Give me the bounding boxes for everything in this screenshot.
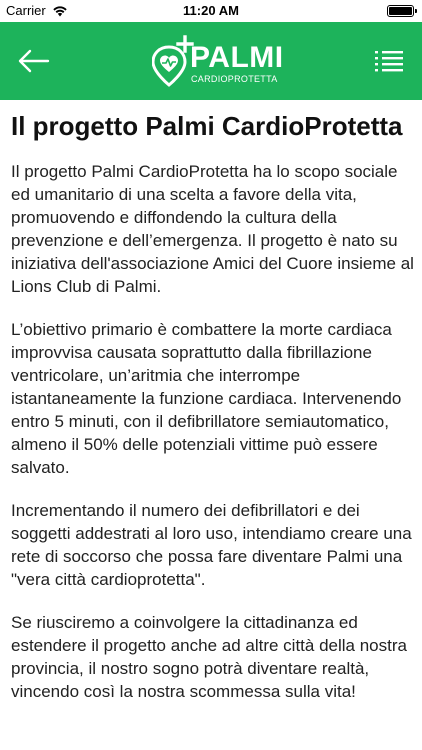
app-logo: PALMI CARDIOPROTETTA	[152, 35, 283, 89]
article-paragraph: L’obiettivo primario è combattere la mor…	[11, 320, 402, 477]
article-paragraph: Incrementando il numero dei defibrillato…	[11, 501, 412, 589]
article-content: Il progetto Palmi CardioProtetta Il prog…	[11, 110, 415, 723]
arrow-left-icon	[18, 49, 50, 73]
page-title: Il progetto Palmi CardioProtetta	[11, 111, 403, 141]
logo-title: PALMI	[190, 41, 284, 74]
battery-icon	[387, 5, 417, 17]
article-paragraph: Il progetto Palmi CardioProtetta ha lo s…	[11, 162, 414, 296]
status-time: 11:20 AM	[183, 3, 239, 18]
list-menu-icon	[375, 51, 403, 72]
logo-subtitle: CARDIOPROTETTA	[191, 74, 278, 84]
status-bar: Carrier 11:20 AM	[0, 0, 422, 22]
nav-bar: PALMI CARDIOPROTETTA	[0, 22, 422, 100]
article-paragraph: Se riusciremo a coinvolgere la cittadina…	[11, 613, 407, 701]
back-button[interactable]	[18, 48, 50, 74]
menu-button[interactable]	[374, 49, 404, 73]
heart-pin-plus-icon	[152, 35, 194, 87]
